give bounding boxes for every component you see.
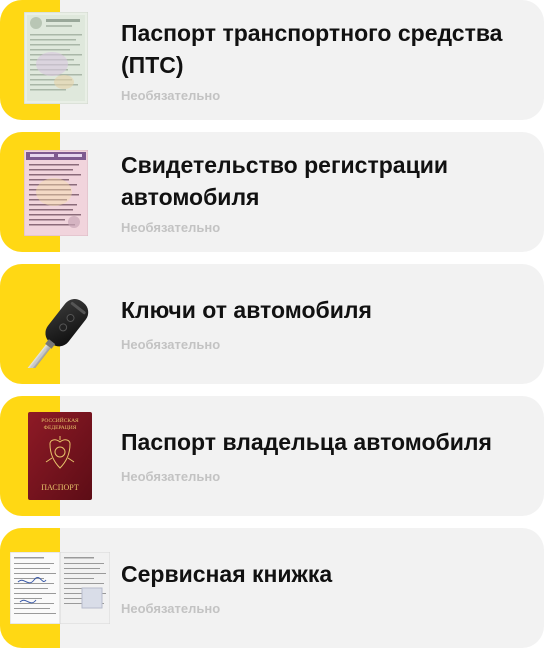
document-title: Ключи от автомобиля [121, 297, 372, 323]
document-title: Паспорт транспортного средства (ПТС) [121, 20, 503, 78]
passport-cover-line1: РОССИЙСКАЯ [41, 416, 79, 424]
document-status: Необязательно [121, 601, 221, 616]
document-title: Сервисная книжка [121, 561, 333, 587]
registration-certificate-icon [23, 149, 89, 237]
document-card-keys[interactable]: Ключи от автомобиля Необязательно [0, 264, 544, 384]
document-status: Необязательно [121, 469, 221, 484]
document-card-pts[interactable]: Паспорт транспортного средства (ПТС) Нео… [0, 0, 544, 120]
passport-cover-label: ПАСПОРТ [41, 483, 79, 492]
owner-passport-icon: РОССИЙСКАЯ ФЕДЕРАЦИЯ ПАСПОРТ [28, 412, 92, 500]
document-card-owner-passport[interactable]: РОССИЙСКАЯ ФЕДЕРАЦИЯ ПАСПОРТ Паспорт вла… [0, 396, 544, 516]
document-card-service-book[interactable]: Сервисная книжка Необязательно [0, 528, 544, 648]
vehicle-passport-icon [23, 11, 89, 105]
document-title: Свидетельство регистрации автомобиля [121, 152, 448, 210]
document-card-sts[interactable]: Свидетельство регистрации автомобиля Нео… [0, 132, 544, 252]
document-status: Необязательно [121, 88, 221, 103]
car-key-icon [22, 286, 94, 375]
passport-cover-line2: ФЕДЕРАЦИЯ [44, 425, 77, 431]
documents-list: Паспорт транспортного средства (ПТС) Нео… [0, 0, 546, 648]
document-title: Паспорт владельца автомобиля [121, 429, 492, 455]
service-book-icon [9, 551, 111, 625]
document-status: Необязательно [121, 220, 221, 235]
document-status: Необязательно [121, 337, 221, 352]
